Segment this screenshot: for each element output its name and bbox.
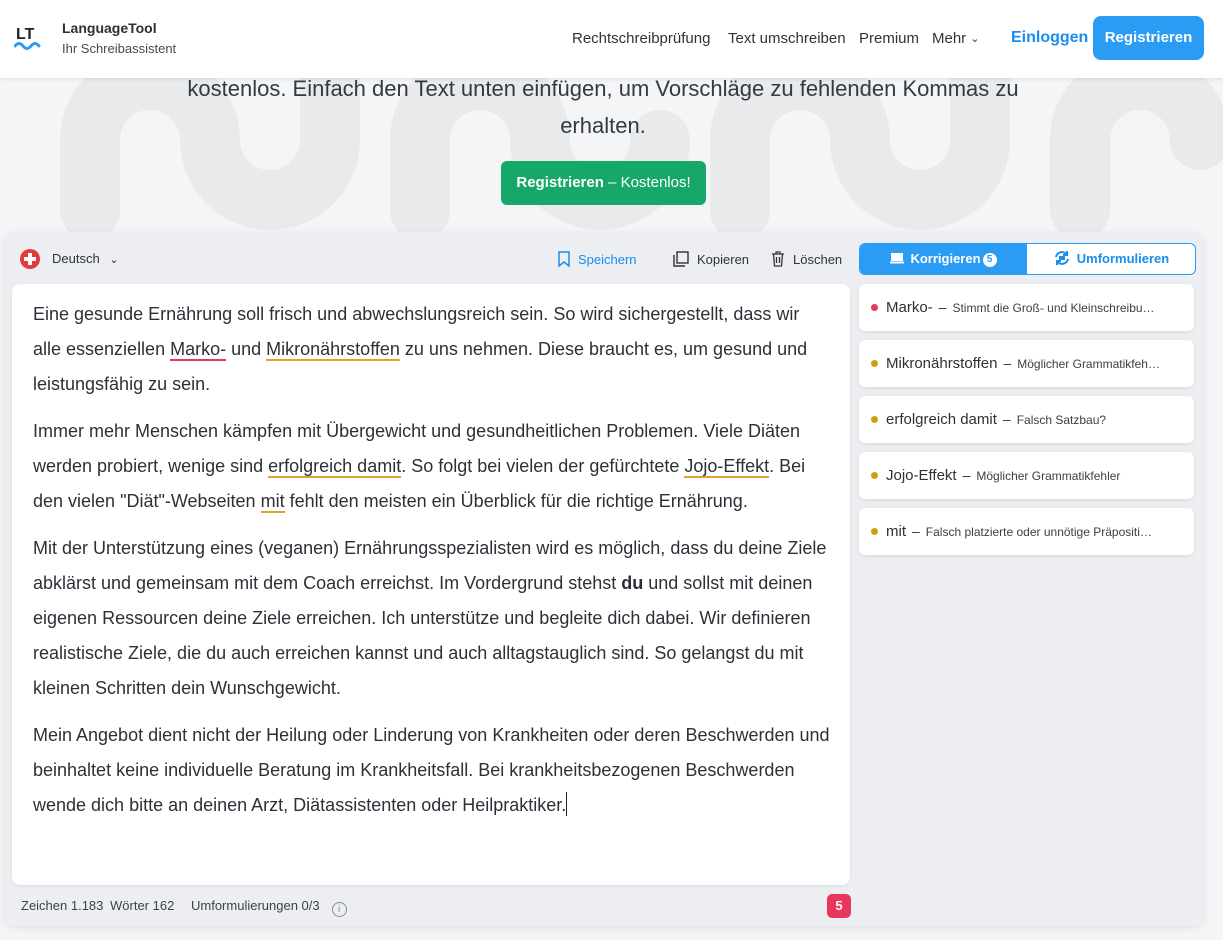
info-icon[interactable]: i (331, 902, 347, 917)
paragraph-1: Eine gesunde Ernährung soll frisch und a… (33, 297, 830, 402)
text-caret (566, 792, 568, 816)
warning-dot-icon (871, 360, 878, 367)
nav-spellcheck[interactable]: Rechtschreibprüfung (572, 30, 710, 47)
error-jojo-effekt[interactable]: Jojo-Effekt (684, 456, 770, 478)
suggestion-card[interactable]: Marko- – Stimmt die Groß- und Kleinschreib… (859, 284, 1194, 331)
separator: – (962, 467, 971, 483)
laptop-icon (890, 253, 905, 264)
paragraph-3: Mit der Unterstützung eines (veganen) Er… (33, 531, 830, 706)
suggestion-word: Mikronährstoffen (886, 355, 998, 372)
trash-icon (772, 251, 784, 267)
text-span: fehlt den meisten ein Überblick für die … (284, 491, 748, 511)
warning-dot-icon (871, 528, 878, 535)
bold-text: du (621, 573, 644, 593)
language-select[interactable]: Deutsch ⌄ (52, 251, 119, 266)
separator: – (938, 299, 947, 315)
suggestion-desc: Möglicher Grammatikfehler (976, 469, 1121, 483)
chevron-down-icon: ⌄ (109, 254, 119, 266)
brand-subtitle: Ihr Schreibassistent (62, 41, 177, 56)
paragraph-2: Immer mehr Menschen kämpfen mit Übergewi… (33, 414, 830, 519)
word-count: Wörter 162 (110, 898, 175, 913)
copy-button[interactable]: Kopieren (673, 251, 749, 267)
tab-correct-label: Korrigieren (910, 251, 981, 266)
error-erfolgreich-damit[interactable]: erfolgreich damit (268, 456, 402, 478)
suggestion-desc: Falsch Satzbau? (1016, 413, 1107, 427)
text-span: . So folgt bei vielen der gefürchtete (401, 456, 685, 476)
separator: – (1002, 411, 1011, 427)
nav-more[interactable]: Mehr ⌄ (932, 30, 979, 47)
language-label: Deutsch (52, 251, 100, 266)
cta-label-rest: – Kostenlos! (603, 174, 691, 191)
separator: – (912, 523, 920, 539)
copy-icon (673, 251, 689, 267)
suggestion-card[interactable]: erfolgreich damit – Falsch Satzbau? (859, 396, 1194, 443)
svg-text:LT: LT (16, 26, 35, 43)
suggestion-card[interactable]: Mikronährstoffen – Möglicher Grammatikfeh… (859, 340, 1194, 387)
tab-correct-count: 5 (982, 253, 997, 267)
text-editor[interactable]: Eine gesunde Ernährung soll frisch und a… (12, 284, 850, 885)
nav-premium[interactable]: Premium (859, 30, 919, 47)
error-dot-icon (871, 304, 878, 311)
save-button[interactable]: Speichern (558, 251, 637, 267)
rephrasings-label: Umformulierungen 0/3 (191, 898, 320, 913)
top-header: LT LanguageTool Ihr Schreibassistent Rec… (0, 0, 1223, 78)
brand-name: LanguageTool (62, 20, 157, 36)
suggestion-word: Jojo-Effekt (886, 467, 957, 484)
suggestion-desc: Möglicher Grammatikfeh… (1017, 357, 1160, 371)
rephrasings-count: Umformulierungen 0/3 i (191, 898, 347, 917)
suggestion-desc: Falsch platzierte oder unnötige Präposit… (925, 525, 1152, 539)
delete-button[interactable]: Löschen (771, 251, 842, 267)
chevron-down-icon: ⌄ (970, 33, 980, 45)
refresh-icon (1054, 251, 1069, 265)
delete-label: Löschen (793, 252, 843, 267)
tab-correct[interactable]: Korrigieren 5 (860, 244, 1027, 274)
nav-more-label: Mehr (932, 30, 967, 47)
copy-label: Kopieren (697, 252, 750, 267)
cta-bold-label: Registrieren (516, 174, 604, 191)
warning-dot-icon (871, 416, 878, 423)
text-span: Mein Angebot dient nicht der Heilung ode… (33, 725, 830, 815)
error-mit[interactable]: mit (260, 491, 285, 513)
suggestion-card[interactable]: Jojo-Effekt – Möglicher Grammatikfehler (859, 452, 1194, 499)
tab-rephrase[interactable]: Umformulieren (1027, 244, 1195, 274)
nav-rewrite[interactable]: Text umschreiben (728, 30, 846, 47)
tab-rephrase-label: Umformulieren (1076, 251, 1170, 266)
error-marko[interactable]: Marko- (170, 339, 227, 361)
error-count-badge[interactable]: 5 (827, 894, 851, 918)
login-link[interactable]: Einloggen (1011, 29, 1088, 47)
mode-tabs: Korrigieren 5 Umformulieren (859, 243, 1196, 275)
language-flag-icon[interactable] (20, 249, 40, 269)
register-free-button[interactable]: Registrieren – Kostenlos! (501, 161, 706, 205)
error-mikronaehrstoffen[interactable]: Mikronährstoffen (266, 339, 400, 361)
suggestion-word: Marko- (886, 299, 933, 316)
char-count: Zeichen 1.183 (21, 898, 104, 913)
languagetool-logo[interactable]: LT (14, 22, 44, 52)
editor-card: Deutsch ⌄ Speichern Kopieren Löschen Kor… (4, 232, 1204, 926)
paragraph-4: Mein Angebot dient nicht der Heilung ode… (33, 718, 830, 823)
suggestion-desc: Stimmt die Groß- und Kleinschreibu… (952, 301, 1155, 315)
warning-dot-icon (871, 472, 878, 479)
register-button[interactable]: Registrieren (1093, 16, 1204, 60)
bookmark-icon (558, 251, 570, 267)
suggestion-word: erfolgreich damit (886, 411, 997, 428)
hero-text: kostenlos. Einfach den Text unten einfüg… (187, 76, 1019, 138)
save-label: Speichern (578, 252, 637, 267)
suggestion-word: mit (886, 523, 906, 540)
text-span: und (226, 339, 267, 359)
suggestion-card[interactable]: mit – Falsch platzierte oder unnötige Präp… (859, 508, 1194, 555)
separator: – (1003, 355, 1012, 371)
